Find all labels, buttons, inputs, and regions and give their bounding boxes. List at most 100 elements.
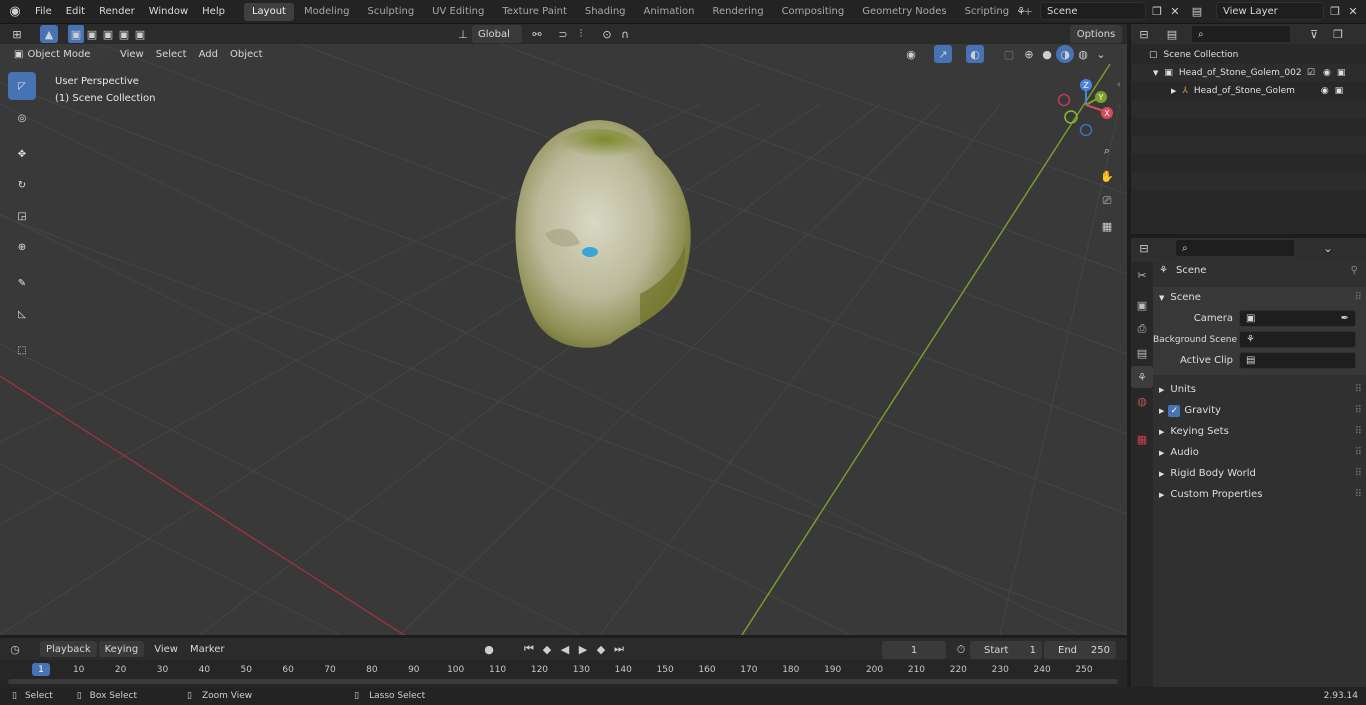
- start-frame-field[interactable]: Start 1: [970, 641, 1042, 659]
- remove-scene-icon[interactable]: ✕: [1166, 2, 1184, 20]
- scene-tab-icon[interactable]: ⚘: [1131, 366, 1153, 388]
- timeline-scrollbar[interactable]: [8, 679, 1118, 684]
- panel-rigid-body-world[interactable]: ▶ Rigid Body World ⠿: [1153, 463, 1366, 484]
- render-camera-icon[interactable]: ▣: [1335, 86, 1344, 96]
- measure-tool-icon[interactable]: ◺: [8, 300, 36, 328]
- play-icon[interactable]: ▶: [574, 640, 592, 658]
- select-intersect-icon[interactable]: ▣: [132, 25, 148, 43]
- play-reverse-icon[interactable]: ◀: [556, 640, 574, 658]
- timeline-editor-icon[interactable]: ◷: [6, 640, 24, 658]
- menu-view[interactable]: View: [114, 46, 150, 62]
- menu-render[interactable]: Render: [92, 0, 142, 24]
- tab-shading[interactable]: Shading: [577, 3, 634, 21]
- sidebar-toggle-icon[interactable]: ‹: [1117, 80, 1121, 90]
- menu-object[interactable]: Object: [224, 46, 269, 62]
- drag-handle-icon[interactable]: ⠿: [1355, 447, 1362, 458]
- new-collection-icon[interactable]: ❐: [1329, 25, 1347, 43]
- new-view-layer-icon[interactable]: ❐: [1326, 2, 1344, 20]
- tab-rendering[interactable]: Rendering: [704, 3, 771, 21]
- pivot-icon[interactable]: ⚯: [528, 25, 546, 43]
- tab-animation[interactable]: Animation: [636, 3, 703, 21]
- snap-icon[interactable]: ⊃: [554, 25, 572, 43]
- tab-scripting[interactable]: Scripting: [957, 3, 1017, 21]
- gravity-checkbox[interactable]: ✓: [1168, 404, 1181, 417]
- scale-tool-icon[interactable]: ◲: [8, 202, 36, 230]
- panel-scene-header[interactable]: ▼ Scene ⠿: [1153, 287, 1366, 308]
- exclude-checkbox-icon[interactable]: ☑: [1307, 68, 1315, 78]
- select-invert-icon[interactable]: ▣: [116, 25, 132, 43]
- jump-end-icon[interactable]: ⏭: [610, 640, 628, 658]
- background-scene-field[interactable]: ⚘: [1239, 331, 1356, 348]
- menu-select[interactable]: Select: [150, 46, 193, 62]
- menu-marker[interactable]: Marker: [184, 641, 231, 657]
- tab-uv-editing[interactable]: UV Editing: [424, 3, 492, 21]
- display-mode-icon[interactable]: ▤: [1163, 25, 1181, 43]
- prev-keyframe-icon[interactable]: ◆: [538, 640, 556, 658]
- editor-type-icon[interactable]: ⊞: [8, 25, 26, 43]
- world-tab-icon[interactable]: ◍: [1131, 390, 1153, 412]
- panel-units[interactable]: ▶ Units ⠿: [1153, 379, 1366, 400]
- tab-geometry-nodes[interactable]: Geometry Nodes: [854, 3, 954, 21]
- xray-icon[interactable]: ▢: [1000, 45, 1018, 63]
- eyedropper-icon[interactable]: ✒: [1341, 313, 1349, 324]
- options-button[interactable]: Options: [1070, 25, 1122, 43]
- orientation-dropdown[interactable]: Global: [472, 25, 522, 43]
- visibility-icon[interactable]: ◉: [902, 45, 920, 63]
- collapse-arrow-icon[interactable]: ▶: [1171, 87, 1176, 95]
- active-clip-field[interactable]: ▤: [1239, 352, 1356, 369]
- rendered-shading-icon[interactable]: ◍: [1074, 45, 1092, 63]
- select-extend-icon[interactable]: ▣: [84, 25, 100, 43]
- overlay-toggle-icon[interactable]: ◐: [966, 45, 984, 63]
- menu-file[interactable]: File: [28, 0, 59, 24]
- camera-view-icon[interactable]: ⎚: [1098, 192, 1116, 210]
- eye-icon[interactable]: ◉: [1323, 68, 1331, 78]
- record-icon[interactable]: ●: [480, 640, 498, 658]
- 3d-viewport[interactable]: ◸ ◎ ✥ ↻ ◲ ⊕ ✎ ◺ ⬚ User Perspective (1) S…: [0, 44, 1127, 635]
- expand-arrow-icon[interactable]: ▼: [1153, 69, 1158, 77]
- zoom-icon[interactable]: ⌕: [1098, 142, 1116, 160]
- view-layer-icon[interactable]: ▤: [1188, 2, 1206, 20]
- view-layer-tab-icon[interactable]: ▤: [1131, 342, 1153, 364]
- properties-editor-icon[interactable]: ⊟: [1135, 239, 1153, 257]
- tab-texture-paint[interactable]: Texture Paint: [494, 3, 575, 21]
- outliner-search-input[interactable]: ⌕: [1191, 25, 1291, 43]
- tab-layout[interactable]: Layout: [243, 2, 294, 21]
- tab-sculpting[interactable]: Sculpting: [359, 3, 422, 21]
- panel-gravity[interactable]: ▶ ✓ Gravity ⠿: [1153, 400, 1366, 421]
- outliner-row-scene-collection[interactable]: ▢ Scene Collection: [1131, 46, 1366, 64]
- scene-field[interactable]: Scene: [1040, 2, 1146, 20]
- eye-icon[interactable]: ◉: [1321, 86, 1329, 96]
- cursor-tool-icon[interactable]: ◎: [8, 104, 36, 132]
- pan-hand-icon[interactable]: ✋: [1098, 167, 1116, 185]
- select-subtract-icon[interactable]: ▣: [100, 25, 116, 43]
- tab-compositing[interactable]: Compositing: [774, 3, 853, 21]
- snap-target-icon[interactable]: ⫶: [572, 25, 590, 43]
- tool-tab-icon[interactable]: ✂: [1131, 264, 1153, 286]
- timeline-ruler[interactable]: 1 10 20 30 40 50 60 70 80 90 100 110 120 130 140 150 160…: [0, 660, 1127, 687]
- tab-modeling[interactable]: Modeling: [296, 3, 358, 21]
- annotate-tool-icon[interactable]: ✎: [8, 269, 36, 297]
- outliner-editor-icon[interactable]: ⊟: [1135, 25, 1153, 43]
- filter-icon[interactable]: ⊽: [1305, 25, 1323, 43]
- scene-icon[interactable]: ⚘: [1012, 2, 1030, 20]
- properties-search-input[interactable]: ⌕: [1175, 239, 1295, 257]
- menu-playback[interactable]: Playback: [40, 641, 97, 657]
- outliner-row-golem-002[interactable]: ▼ ▣ Head_of_Stone_Golem_002 ☑ ◉ ▣: [1131, 64, 1366, 82]
- jump-start-icon[interactable]: ⏮: [520, 640, 538, 658]
- outliner-row-golem[interactable]: ▶ ⅄ Head_of_Stone_Golem ◉ ▣: [1131, 82, 1366, 100]
- solid-shading-icon[interactable]: ●: [1038, 45, 1056, 63]
- select-tool-icon[interactable]: ▲: [40, 25, 58, 43]
- drag-handle-icon[interactable]: ⠿: [1355, 489, 1362, 500]
- menu-help[interactable]: Help: [195, 0, 232, 24]
- panel-custom-properties[interactable]: ▶ Custom Properties ⠿: [1153, 484, 1366, 505]
- render-tab-icon[interactable]: ▣: [1131, 294, 1153, 316]
- falloff-icon[interactable]: ∩: [616, 25, 634, 43]
- gizmo-toggle-icon[interactable]: ↗: [934, 45, 952, 63]
- mode-dropdown[interactable]: ▣ Object Mode: [8, 45, 106, 63]
- texture-tab-icon[interactable]: ▦: [1131, 428, 1153, 450]
- perspective-toggle-icon[interactable]: ▦: [1098, 217, 1116, 235]
- menu-edit[interactable]: Edit: [59, 0, 92, 24]
- drag-handle-icon[interactable]: ⠿: [1355, 468, 1362, 479]
- pin-icon[interactable]: ⚲: [1351, 265, 1358, 276]
- wireframe-shading-icon[interactable]: ⊕: [1020, 45, 1038, 63]
